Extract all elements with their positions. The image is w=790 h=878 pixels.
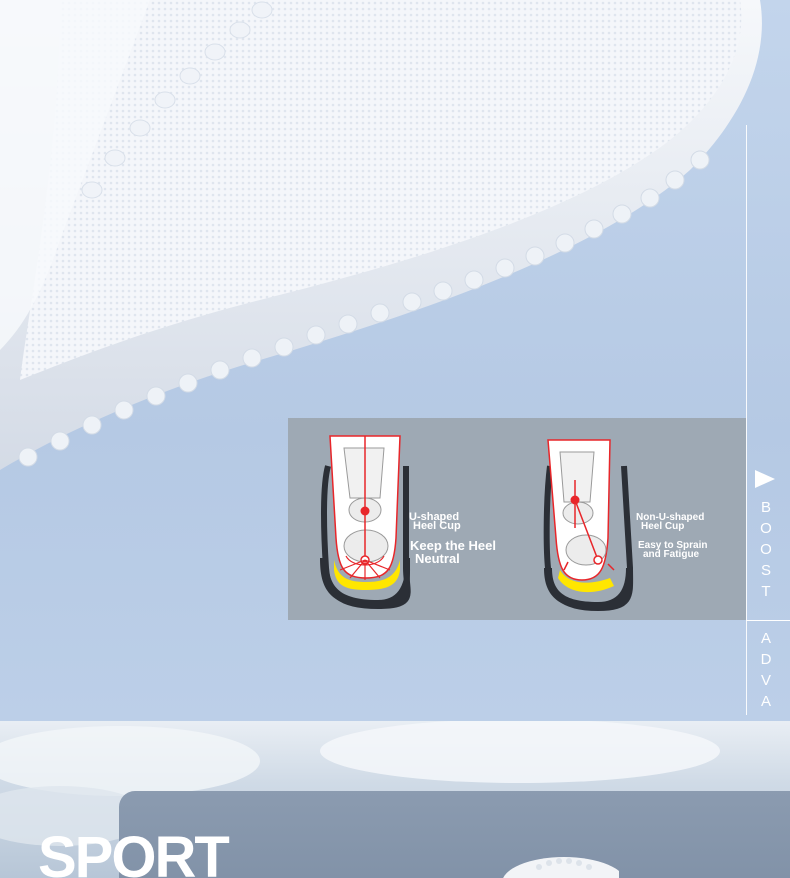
right-desc-line2: and Fatigue xyxy=(643,549,700,560)
u-shaped-heel-diagram xyxy=(320,435,411,610)
sport-heading: SPORT xyxy=(38,825,230,878)
side-divider-horizontal xyxy=(746,620,790,621)
side-divider xyxy=(746,125,747,715)
triangle-marker-icon xyxy=(755,470,775,488)
hero-section: B O O S T A D V A U-shaped Heel Cup Keep… xyxy=(0,0,790,721)
left-title-line2: Heel Cup xyxy=(413,520,461,532)
left-desc-line2: Neutral xyxy=(415,551,460,566)
sport-section: SPORT xyxy=(0,721,790,878)
insole-preview-image xyxy=(503,857,619,878)
side-vertical-text-adva: A D V A xyxy=(760,630,772,710)
side-vertical-text-boost: B O O S T xyxy=(760,499,772,600)
right-title-line2: Heel Cup xyxy=(641,521,685,532)
heel-cup-comparison-panel: U-shaped Heel Cup Keep the Heel Neutral … xyxy=(288,418,746,620)
non-u-shaped-heel-diagram xyxy=(543,439,634,612)
